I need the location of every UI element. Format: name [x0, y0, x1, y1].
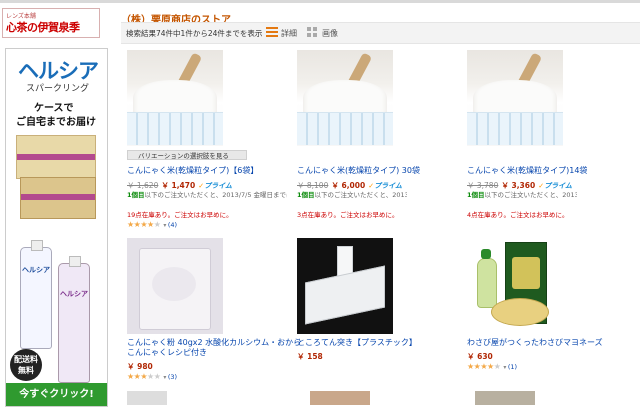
stars-empty: ★★ [147, 372, 161, 381]
review-count[interactable]: (3) [168, 373, 177, 381]
product-card: こんにゃく米(乾燥粒タイプ) 30袋 ￥ 8,100 ￥ 6,000 ✓プライム 1… [297, 50, 457, 220]
product-title[interactable]: ところてん突き【プラスチック】 [297, 338, 417, 348]
wasabi-mayo-image[interactable] [467, 238, 563, 334]
stars-empty: ★ [153, 220, 161, 229]
price: ￥ 6,000 [331, 181, 366, 190]
ad-bottle2-label: ヘルシア [60, 290, 88, 298]
delivery-info: 1個目以下のご注文いただくと、2013/7/5 金曜日までにお届け [127, 191, 287, 199]
grid-view-icon [307, 27, 318, 38]
rice-image[interactable] [297, 50, 393, 146]
delivery-info: 1個目以下のご注文いただくと、2013/7/5 金曜日までにお届け [467, 191, 577, 199]
price: ￥ 158 [297, 352, 323, 361]
price: ￥ 1,470 [161, 181, 196, 190]
product-card: バリエーションの選択肢を見る こんにゃく米(乾燥粒タイプ)【6袋】 ￥ 1,62… [127, 50, 287, 232]
price-line: ￥ 158 [297, 351, 323, 362]
product-card: ところてん突き【プラスチック】 ￥ 158 [297, 238, 457, 368]
price-line: ￥ 630 [467, 351, 493, 362]
price-line: ￥ 1,620 ￥ 1,470 ✓プライム [127, 180, 232, 191]
star-rating[interactable]: ★★★★★ ▾ (3) [127, 372, 177, 381]
chevron-down-icon[interactable]: ▾ [503, 364, 506, 371]
view-detail-label: 詳細 [281, 29, 297, 38]
store-logo[interactable]: レンズ本舗 心茶の伊賀泉季 [2, 8, 100, 38]
results-toolbar: 検索結果74件中1件から24件までを表示 詳細 画像 [121, 22, 640, 44]
prime-badge: ✓プライム [198, 182, 232, 190]
ad-copy-2: ご自宅までお届け [16, 117, 96, 128]
konjac-powder-image[interactable] [127, 238, 223, 334]
delivery-text: 以下のご注文いただくと、2013/7/5 金曜日までにお届け [144, 191, 287, 199]
old-price: ￥ 1,620 [127, 181, 159, 190]
product-title[interactable]: わさび屋がつくったわさびマヨネーズ [467, 338, 603, 348]
view-image-button[interactable]: 画像 [307, 26, 343, 40]
delivery-info: 1個目以下のご注文いただくと、2013/7/5 金曜日までにお届け [297, 191, 407, 199]
review-count[interactable]: (1) [508, 363, 517, 371]
prime-label: プライム [204, 182, 232, 190]
product-image-next-row[interactable] [310, 391, 370, 405]
stars-filled: ★★★★ [127, 220, 154, 229]
ad-bottle-image: ヘルシア [58, 256, 90, 383]
review-count[interactable]: (4) [168, 221, 177, 229]
stock-warning: 4点在庫あり。ご注文はお早めに。 [467, 211, 569, 219]
view-detail-button[interactable]: 詳細 [266, 26, 302, 40]
ad-bottle1-label: ヘルシア [22, 266, 50, 274]
product-image-next-row[interactable] [475, 391, 535, 405]
prime-label: プライム [544, 182, 572, 190]
store-logo-line2: 心茶の伊賀泉季 [6, 21, 80, 34]
ad-bottle-image: ヘルシア [20, 240, 52, 349]
stock-warning: 19点在庫あり。ご注文はお早めに。 [127, 211, 233, 219]
stars-empty: ★ [493, 362, 501, 371]
ad-banner[interactable]: ヘルシア スパークリング ケースで ご自宅までお届け ヘルシア ヘルシア 配送料… [5, 48, 108, 407]
price-line: ￥ 8,100 ￥ 6,000 ✓プライム [297, 180, 402, 191]
stars-filled: ★★★★ [467, 362, 494, 371]
result-count: 検索結果74件中1件から24件までを表示 [126, 29, 263, 38]
delivery-lead: 1個目 [127, 191, 145, 199]
stars-filled: ★★★ [127, 372, 148, 381]
price: ￥ 980 [127, 362, 153, 371]
star-rating[interactable]: ★★★★★ ▾ (1) [467, 362, 517, 371]
delivery-lead: 1個目 [297, 191, 315, 199]
product-title-line2[interactable]: こんにゃくレシピ付き [127, 348, 207, 358]
tokoroten-pusher-image[interactable] [297, 238, 393, 334]
product-card: こんにゃく粉 40gx2 水酸化カルシウム・おから こんにゃくレシピ付き ￥ 9… [127, 238, 301, 388]
chevron-down-icon[interactable]: ▾ [163, 222, 166, 229]
price-line: ￥ 980 [127, 361, 153, 372]
free-shipping-badge: 配送料 無料 [10, 349, 42, 381]
list-view-icon [266, 27, 278, 38]
view-image-label: 画像 [322, 29, 338, 38]
delivery-lead: 1個目 [467, 191, 485, 199]
price-line: ￥ 3,780 ￥ 3,360 ✓プライム [467, 180, 572, 191]
rice-image[interactable] [467, 50, 563, 146]
star-rating[interactable]: ★★★★★ ▾ (4) [127, 220, 177, 229]
product-title[interactable]: こんにゃく米(乾燥粒タイプ)【6袋】 [127, 166, 258, 176]
price: ￥ 630 [467, 352, 493, 361]
ad-subtitle: スパークリング [26, 84, 90, 94]
product-card: こんにゃく米(乾燥粒タイプ)14袋 ￥ 3,780 ￥ 3,360 ✓プライム 1個… [467, 50, 627, 220]
prime-badge: ✓プライム [538, 182, 572, 190]
rice-image[interactable] [127, 50, 223, 146]
product-title[interactable]: こんにゃく米(乾燥粒タイプ)14袋 [467, 166, 587, 176]
ad-cta-button[interactable]: 今すぐクリック! [6, 383, 107, 406]
ad-copy-1: ケースで [34, 103, 74, 114]
old-price: ￥ 8,100 [297, 181, 329, 190]
top-bar [0, 0, 640, 3]
delivery-text: 以下のご注文いただくと、2013/7/5 金曜日までにお届け [484, 191, 577, 199]
ad-case-box-image [16, 135, 96, 179]
variation-button[interactable]: バリエーションの選択肢を見る [127, 150, 247, 160]
price: ￥ 3,360 [501, 181, 536, 190]
old-price: ￥ 3,780 [467, 181, 499, 190]
prime-badge: ✓プライム [368, 182, 402, 190]
product-card: わさび屋がつくったわさびマヨネーズ ￥ 630 ★★★★★ ▾ (1) [467, 238, 627, 378]
product-image-next-row[interactable] [127, 391, 167, 405]
delivery-text: 以下のご注文いただくと、2013/7/5 金曜日までにお届け [314, 191, 407, 199]
product-title[interactable]: こんにゃく粉 40gx2 水酸化カルシウム・おから [127, 338, 301, 348]
ad-case-box-image [20, 177, 96, 219]
stock-warning: 3点在庫あり。ご注文はお早めに。 [297, 211, 399, 219]
product-title[interactable]: こんにゃく米(乾燥粒タイプ) 30袋 [297, 166, 420, 176]
chevron-down-icon[interactable]: ▾ [163, 374, 166, 381]
prime-label: プライム [374, 182, 402, 190]
